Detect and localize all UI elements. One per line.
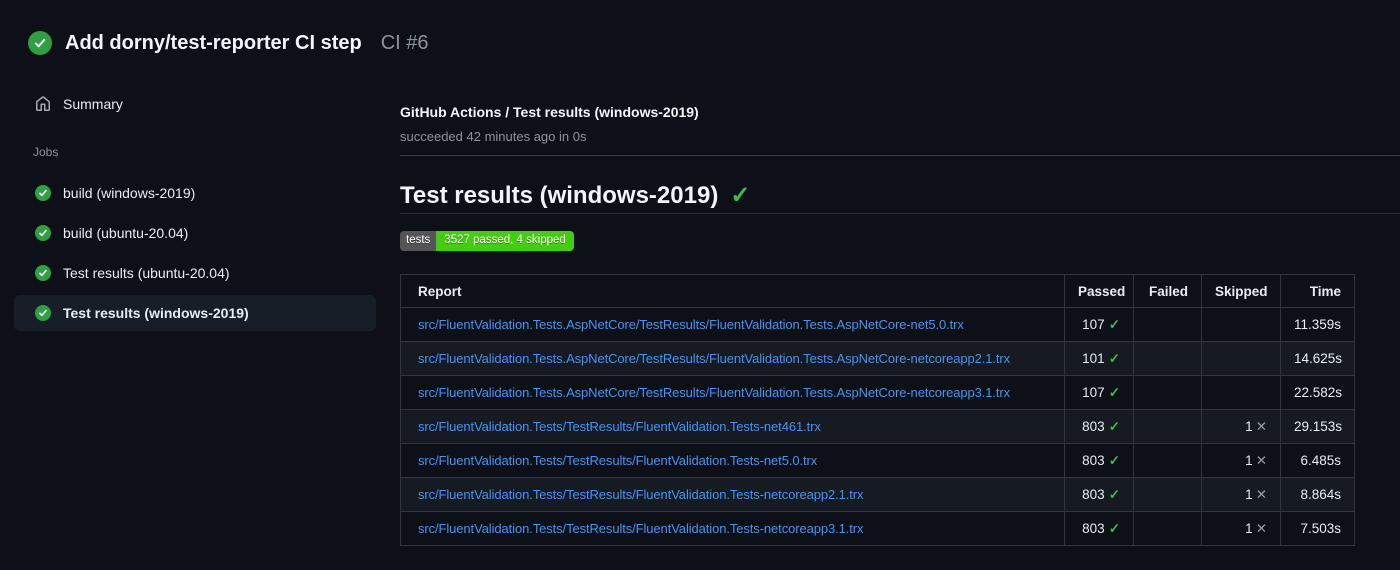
skipped-cell: 1 ✕ <box>1201 409 1281 444</box>
column-header-time: Time <box>1280 274 1355 308</box>
report-link[interactable]: src/FluentValidation.Tests.AspNetCore/Te… <box>418 385 1010 400</box>
passed-cell: 803 ✓ <box>1064 477 1134 512</box>
report-link[interactable]: src/FluentValidation.Tests/TestResults/F… <box>418 487 864 502</box>
report-link[interactable]: src/FluentValidation.Tests/TestResults/F… <box>418 419 821 434</box>
passed-cell: 803 ✓ <box>1064 443 1134 478</box>
job-label: Test results (windows-2019) <box>63 305 249 321</box>
report-link[interactable]: src/FluentValidation.Tests/TestResults/F… <box>418 521 864 536</box>
test-results-table: Report Passed Failed Skipped Time src/Fl… <box>400 274 1355 546</box>
time-cell: 7.503s <box>1280 511 1355 546</box>
report-cell: src/FluentValidation.Tests/TestResults/F… <box>400 443 1065 478</box>
job-label: build (ubuntu-20.04) <box>63 225 189 241</box>
passed-cell: 107 ✓ <box>1064 375 1134 410</box>
table-row: src/FluentValidation.Tests/TestResults/F… <box>400 409 1355 444</box>
time-cell: 11.359s <box>1280 307 1355 342</box>
jobs-list: build (windows-2019) build (ubuntu-20.04)… <box>0 175 400 331</box>
report-cell: src/FluentValidation.Tests/TestResults/F… <box>400 511 1065 546</box>
passed-cell: 803 ✓ <box>1064 409 1134 444</box>
tests-badge: tests 3527 passed, 4 skipped <box>400 231 574 251</box>
column-header-passed: Passed <box>1064 274 1134 308</box>
passed-check-icon: ✓ <box>1108 384 1120 400</box>
job-label: build (windows-2019) <box>63 185 196 201</box>
table-row: src/FluentValidation.Tests/TestResults/F… <box>400 443 1355 478</box>
table-header-row: Report Passed Failed Skipped Time <box>400 274 1355 308</box>
skipped-cell <box>1201 307 1281 342</box>
report-cell: src/FluentValidation.Tests/TestResults/F… <box>400 477 1065 512</box>
skipped-cell: 1 ✕ <box>1201 511 1281 546</box>
passed-check-icon: ✓ <box>1108 350 1120 366</box>
failed-cell <box>1133 477 1202 512</box>
sidebar-job-item[interactable]: Test results (ubuntu-20.04) <box>14 255 376 291</box>
run-title: Add dorny/test-reporter CI step <box>65 31 362 54</box>
column-header-skipped: Skipped <box>1201 274 1281 308</box>
sidebar-job-item[interactable]: build (windows-2019) <box>14 175 376 211</box>
table-body: src/FluentValidation.Tests.AspNetCore/Te… <box>400 307 1355 546</box>
skipped-cell <box>1201 341 1281 376</box>
time-cell: 6.485s <box>1280 443 1355 478</box>
jobs-sidebar: Summary Jobs build (windows-2019) build (… <box>0 56 400 335</box>
table-row: src/FluentValidation.Tests/TestResults/F… <box>400 511 1355 546</box>
report-cell: src/FluentValidation.Tests.AspNetCore/Te… <box>400 375 1065 410</box>
run-success-check-icon <box>28 31 52 55</box>
report-cell: src/FluentValidation.Tests.AspNetCore/Te… <box>400 341 1065 376</box>
job-success-check-icon <box>35 305 51 321</box>
failed-cell <box>1133 443 1202 478</box>
table-row: src/FluentValidation.Tests.AspNetCore/Te… <box>400 307 1355 342</box>
section-divider <box>400 155 1400 156</box>
passed-cell: 107 ✓ <box>1064 307 1134 342</box>
column-header-failed: Failed <box>1133 274 1202 308</box>
passed-check-icon: ✓ <box>1108 452 1120 468</box>
sidebar-job-item[interactable]: Test results (windows-2019) <box>14 295 376 331</box>
table-row: src/FluentValidation.Tests.AspNetCore/Te… <box>400 375 1355 410</box>
home-icon <box>35 96 51 112</box>
heading-success-check-icon: ✓ <box>730 182 751 209</box>
skipped-cell <box>1201 375 1281 410</box>
sidebar-job-item[interactable]: build (ubuntu-20.04) <box>14 215 376 251</box>
report-cell: src/FluentValidation.Tests/TestResults/F… <box>400 409 1065 444</box>
skipped-cell: 1 ✕ <box>1201 443 1281 478</box>
job-label: Test results (ubuntu-20.04) <box>63 265 230 281</box>
time-cell: 8.864s <box>1280 477 1355 512</box>
run-header: Add dorny/test-reporter CI step CI #6 <box>0 0 1400 56</box>
passed-check-icon: ✓ <box>1108 486 1120 502</box>
passed-cell: 101 ✓ <box>1064 341 1134 376</box>
passed-check-icon: ✓ <box>1108 316 1120 332</box>
column-header-report: Report <box>400 274 1065 308</box>
skipped-cross-icon: ✕ <box>1255 418 1267 434</box>
skipped-cross-icon: ✕ <box>1255 520 1267 536</box>
failed-cell <box>1133 409 1202 444</box>
summary-label: Summary <box>63 96 123 112</box>
passed-cell: 803 ✓ <box>1064 511 1134 546</box>
table-row: src/FluentValidation.Tests/TestResults/F… <box>400 477 1355 512</box>
job-success-check-icon <box>35 225 51 241</box>
passed-check-icon: ✓ <box>1108 520 1120 536</box>
check-run-status: succeeded 42 minutes ago in 0s <box>400 129 587 144</box>
passed-check-icon: ✓ <box>1108 418 1120 434</box>
report-link[interactable]: src/FluentValidation.Tests.AspNetCore/Te… <box>418 351 1010 366</box>
run-number: CI #6 <box>380 31 429 54</box>
time-cell: 29.153s <box>1280 409 1355 444</box>
check-run-title: GitHub Actions / Test results (windows-2… <box>400 104 699 120</box>
tests-badge-value: 3527 passed, 4 skipped <box>436 231 574 251</box>
sidebar-item-summary[interactable]: Summary <box>0 88 400 120</box>
tests-badge-label: tests <box>400 231 437 251</box>
failed-cell <box>1133 341 1202 376</box>
results-heading: Test results (windows-2019) ✓ <box>400 181 1400 214</box>
job-success-check-icon <box>35 185 51 201</box>
skipped-cross-icon: ✕ <box>1255 486 1267 502</box>
report-link[interactable]: src/FluentValidation.Tests.AspNetCore/Te… <box>418 317 964 332</box>
jobs-section-label: Jobs <box>33 145 59 159</box>
skipped-cell: 1 ✕ <box>1201 477 1281 512</box>
failed-cell <box>1133 375 1202 410</box>
time-cell: 22.582s <box>1280 375 1355 410</box>
table-row: src/FluentValidation.Tests.AspNetCore/Te… <box>400 341 1355 376</box>
report-link[interactable]: src/FluentValidation.Tests/TestResults/F… <box>418 453 817 468</box>
time-cell: 14.625s <box>1280 341 1355 376</box>
report-cell: src/FluentValidation.Tests.AspNetCore/Te… <box>400 307 1065 342</box>
skipped-cross-icon: ✕ <box>1255 452 1267 468</box>
failed-cell <box>1133 511 1202 546</box>
main-panel: GitHub Actions / Test results (windows-2… <box>400 56 1400 546</box>
failed-cell <box>1133 307 1202 342</box>
job-success-check-icon <box>35 265 51 281</box>
